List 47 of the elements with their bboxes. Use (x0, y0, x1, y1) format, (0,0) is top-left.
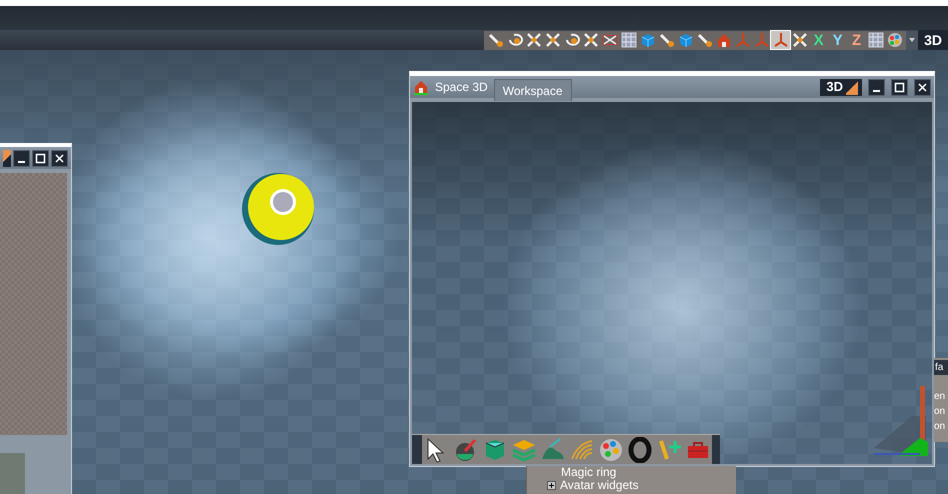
close-button[interactable] (51, 150, 68, 166)
tree-item-label[interactable]: Avatar widgets (560, 479, 638, 492)
window-title: Space 3D (435, 79, 488, 96)
close-button[interactable] (914, 78, 931, 96)
house-icon (413, 79, 429, 95)
view-mode-button[interactable]: 3D (918, 30, 948, 50)
frame-icon[interactable] (602, 32, 618, 48)
cross-arrows-icon[interactable] (544, 32, 561, 48)
view-mode-button[interactable]: 3D (820, 78, 862, 96)
cross-arrows-icon[interactable] (792, 32, 808, 48)
grid-icon[interactable] (868, 32, 884, 48)
minimize-button[interactable] (13, 150, 30, 166)
rotate-icon[interactable] (506, 32, 523, 48)
panel-text: on (934, 405, 946, 419)
wand-icon[interactable] (696, 32, 713, 48)
axis-letter-button[interactable]: X (809, 31, 828, 49)
minimize-icon (873, 90, 880, 92)
panel-text: en (934, 390, 946, 404)
cross-arrows-icon[interactable] (526, 32, 542, 48)
minimize-icon (18, 160, 25, 162)
rotate-icon[interactable] (564, 32, 580, 48)
dropdown-caret-icon[interactable] (906, 30, 918, 50)
house-icon[interactable] (716, 32, 732, 48)
close-icon (54, 152, 65, 164)
cross-arrows-icon[interactable] (582, 32, 599, 48)
panel-header-text: fa (934, 360, 948, 375)
maximize-icon (35, 152, 46, 164)
wand-icon[interactable] (658, 32, 675, 48)
workspace-tab[interactable]: Workspace (494, 78, 572, 100)
maximize-button[interactable] (32, 150, 49, 166)
close-icon (917, 82, 928, 92)
maximize-icon (894, 82, 905, 92)
grip-handle[interactable] (712, 434, 720, 464)
panel-text: on (934, 420, 946, 434)
tire-icon[interactable] (626, 436, 652, 462)
axis-letter-button[interactable]: Y (828, 31, 848, 49)
cube-icon[interactable] (640, 32, 656, 48)
tree-item-label[interactable]: Magic ring (561, 466, 616, 479)
axis-letter-button[interactable]: Z (847, 31, 866, 49)
grip-handle[interactable] (412, 434, 422, 464)
wand-icon[interactable] (488, 32, 504, 48)
minimize-button[interactable] (868, 78, 885, 96)
expand-toggle[interactable] (547, 481, 556, 490)
cube-icon[interactable] (678, 32, 694, 48)
maximize-button[interactable] (891, 78, 908, 96)
grid-icon[interactable] (620, 32, 637, 48)
axes-icon[interactable] (772, 32, 789, 48)
